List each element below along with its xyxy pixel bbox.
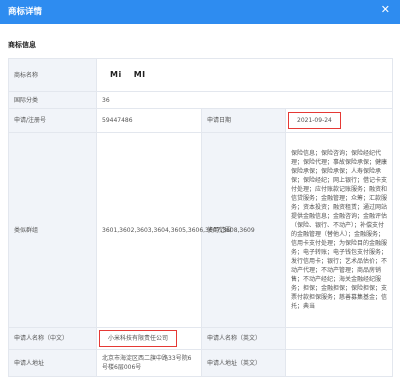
group-value: 3601,3602,3603,3604,3605,3606,3607,3608,… <box>96 132 255 328</box>
table-row: 申请人地址 北京市海淀区西二旗中路33号院6号楼6层006号 申请人地址（英文） <box>8 349 394 377</box>
intl-class-value: 36 <box>95 91 394 109</box>
applicant-cn-value: 小米科技有限责任公司 <box>98 330 178 347</box>
address-en-label: 申请人地址（英文） <box>201 349 286 377</box>
table-row: 申请人名称（中文） 小米科技有限责任公司 申请人名称（英文） <box>8 327 394 350</box>
group-label: 类似群组 <box>8 132 97 328</box>
close-icon[interactable]: ✕ <box>381 3 390 17</box>
table-row: 申请/注册号 59447486 申请日期 2021-09-24 <box>8 108 394 133</box>
address-cn-label: 申请人地址 <box>8 349 97 377</box>
table-row: 类似群组 3601,3602,3603,3604,3605,3606,3607,… <box>8 132 394 328</box>
apply-date-value: 2021-09-24 <box>288 112 341 129</box>
applicant-cn-cell: 小米科技有限责任公司 <box>96 327 202 350</box>
apply-date-cell: 2021-09-24 <box>284 108 394 133</box>
section-title: 商标信息 <box>8 41 36 49</box>
apply-date-label: 申请日期 <box>201 108 286 133</box>
intl-class-label: 国际分类 <box>8 91 97 109</box>
dialog-title: 商标详情 <box>8 7 43 17</box>
trademark-info-table: 商标名称 Mi MI 国际分类 36 申请/注册号 59447486 申请日期 2… <box>8 58 394 377</box>
trademark-detail-dialog: 商标详情 ✕ 商标信息 商标名称 Mi MI 国际分类 36 申请/注册号 594… <box>0 0 400 378</box>
name-value: Mi MI <box>95 58 394 92</box>
dialog-header: 商标详情 ✕ <box>0 0 400 24</box>
applicant-en-value <box>284 327 394 350</box>
address-cn-value: 北京市海淀区西二旗中路33号院6号楼6层006号 <box>96 349 202 377</box>
applicant-en-label: 申请人名称（英文） <box>201 327 286 350</box>
name-label: 商标名称 <box>8 58 97 92</box>
address-en-value <box>284 349 394 377</box>
table-row: 商标名称 Mi MI <box>8 58 394 92</box>
table-row: 国际分类 36 <box>8 91 394 109</box>
trademark-name: Mi MI <box>110 70 146 79</box>
scope-value: 保险信息；保险咨询；保险经纪代理；保险代理；事故保险承保；健康保险承保；保险承保… <box>284 132 394 328</box>
reg-no-value: 59447486 <box>96 108 202 133</box>
reg-no-label: 申请/注册号 <box>8 108 97 133</box>
applicant-cn-label: 申请人名称（中文） <box>8 327 97 350</box>
